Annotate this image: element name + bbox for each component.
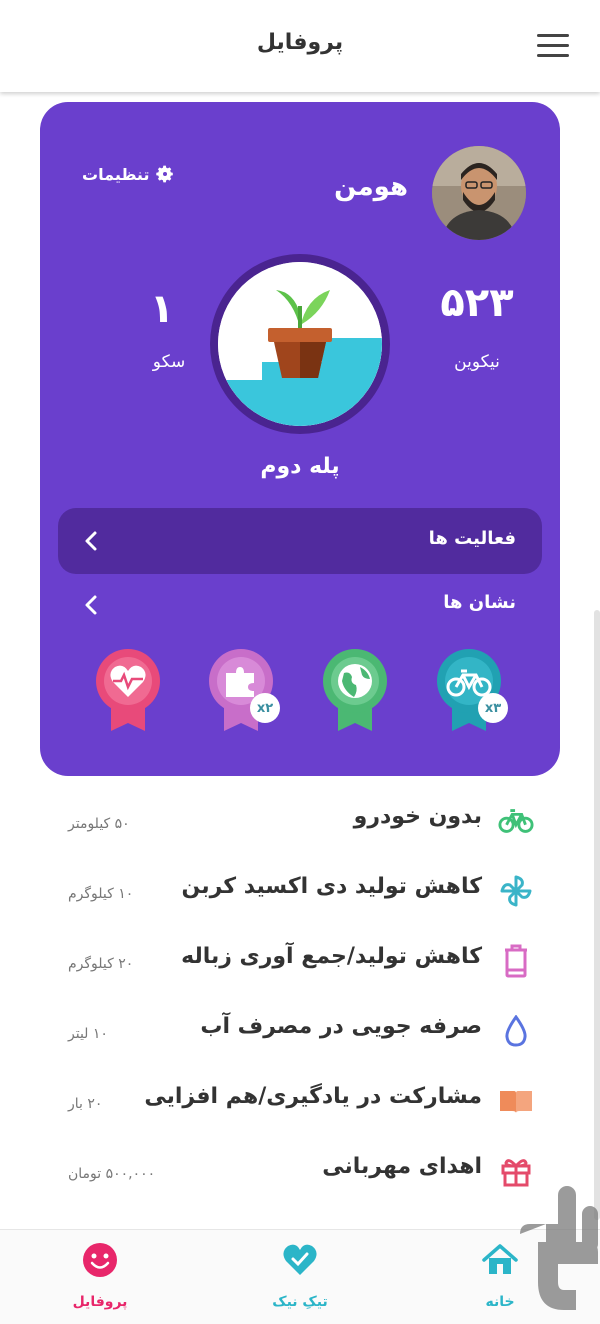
badge-multiplier: x۳ [478,693,508,723]
list-item[interactable]: بدون خودرو ۵۰ کیلومتر [60,790,540,850]
avatar[interactable] [432,146,526,240]
list-item[interactable]: مشارکت در یادگیری/هم افزایی ۲۰ بار [60,1070,540,1130]
settings-label: تنظیمات [82,164,150,184]
badge-globe[interactable] [322,649,388,733]
coins-label: نیکوین [454,352,500,372]
chevron-left-icon [85,595,97,615]
list-item[interactable]: کاهش تولید/جمع آوری زباله ۲۰ کیلوگرم [60,930,540,990]
activities-label: فعالیت ها [428,528,516,549]
activity-label: اهدای مهربانی [322,1154,482,1179]
level-name: پله دوم [260,454,340,479]
page-title: پروفایل [256,30,344,55]
nav-tik[interactable]: تیکِ نیک [240,1230,360,1324]
badges-label: نشان ها [443,592,516,613]
activity-value: ۱۰ لیتر [68,1026,108,1042]
list-item[interactable]: اهدای مهربانی ۵۰۰,۰۰۰ تومان [60,1140,540,1200]
badge-multiplier: x۲ [250,693,280,723]
bottom-nav: پروفایل تیکِ نیک خانه [0,1229,600,1324]
scrollbar[interactable] [594,610,600,1220]
nav-profile[interactable]: پروفایل [40,1230,160,1324]
gear-icon [156,165,174,183]
steps-value: ۱ [149,286,175,332]
activity-label: صرفه جویی در مصرف آب [200,1014,482,1039]
nav-profile-label: پروفایل [72,1294,128,1310]
activity-label: بدون خودرو [353,804,482,829]
activity-value: ۲۰ کیلوگرم [68,956,134,972]
trash-icon [498,944,534,978]
user-name: هومن [334,172,408,202]
activity-value: ۱۰ کیلوگرم [68,886,134,902]
activities-row[interactable]: فعالیت ها [58,508,542,574]
list-item[interactable]: کاهش تولید دی اکسید کربن ۱۰ کیلوگرم [60,860,540,920]
heart-icon [283,1244,317,1275]
activity-value: ۵۰ کیلومتر [68,816,130,832]
gift-icon [498,1154,534,1188]
activity-label: مشارکت در یادگیری/هم افزایی [144,1084,482,1109]
bazaar-logo [520,1186,598,1310]
steps-label: سکو [152,352,186,372]
activity-label: کاهش تولید دی اکسید کربن [181,874,482,899]
chevron-left-icon [85,531,97,551]
badge-heart[interactable] [95,649,161,733]
app-header: پروفایل [0,0,600,92]
smiley-icon [83,1243,117,1277]
profile-card: هومن تنظیمات ۵۲۳ نیکوین ۱ سکو پله دوم فع… [40,102,560,776]
activity-value: ۲۰ بار [68,1096,103,1112]
plant-pot-icon [218,262,382,426]
badge-bicycle[interactable]: x۳ [436,649,508,733]
nav-tik-label: تیکِ نیک [272,1294,328,1310]
pinwheel-icon [498,874,534,908]
hamburger-menu-icon[interactable] [537,34,569,58]
book-icon [498,1084,534,1118]
coins-value: ۵۲۳ [440,280,514,326]
water-drop-icon [498,1014,534,1048]
settings-button[interactable]: تنظیمات [82,164,175,184]
bicycle-icon [498,804,534,838]
activity-value: ۵۰۰,۰۰۰ تومان [68,1166,156,1182]
list-item[interactable]: صرفه جویی در مصرف آب ۱۰ لیتر [60,1000,540,1060]
badges-row[interactable]: نشان ها [58,572,542,636]
badge-puzzle[interactable]: x۲ [208,649,280,733]
activity-label: کاهش تولید/جمع آوری زباله [181,944,482,969]
level-badge [210,254,390,434]
